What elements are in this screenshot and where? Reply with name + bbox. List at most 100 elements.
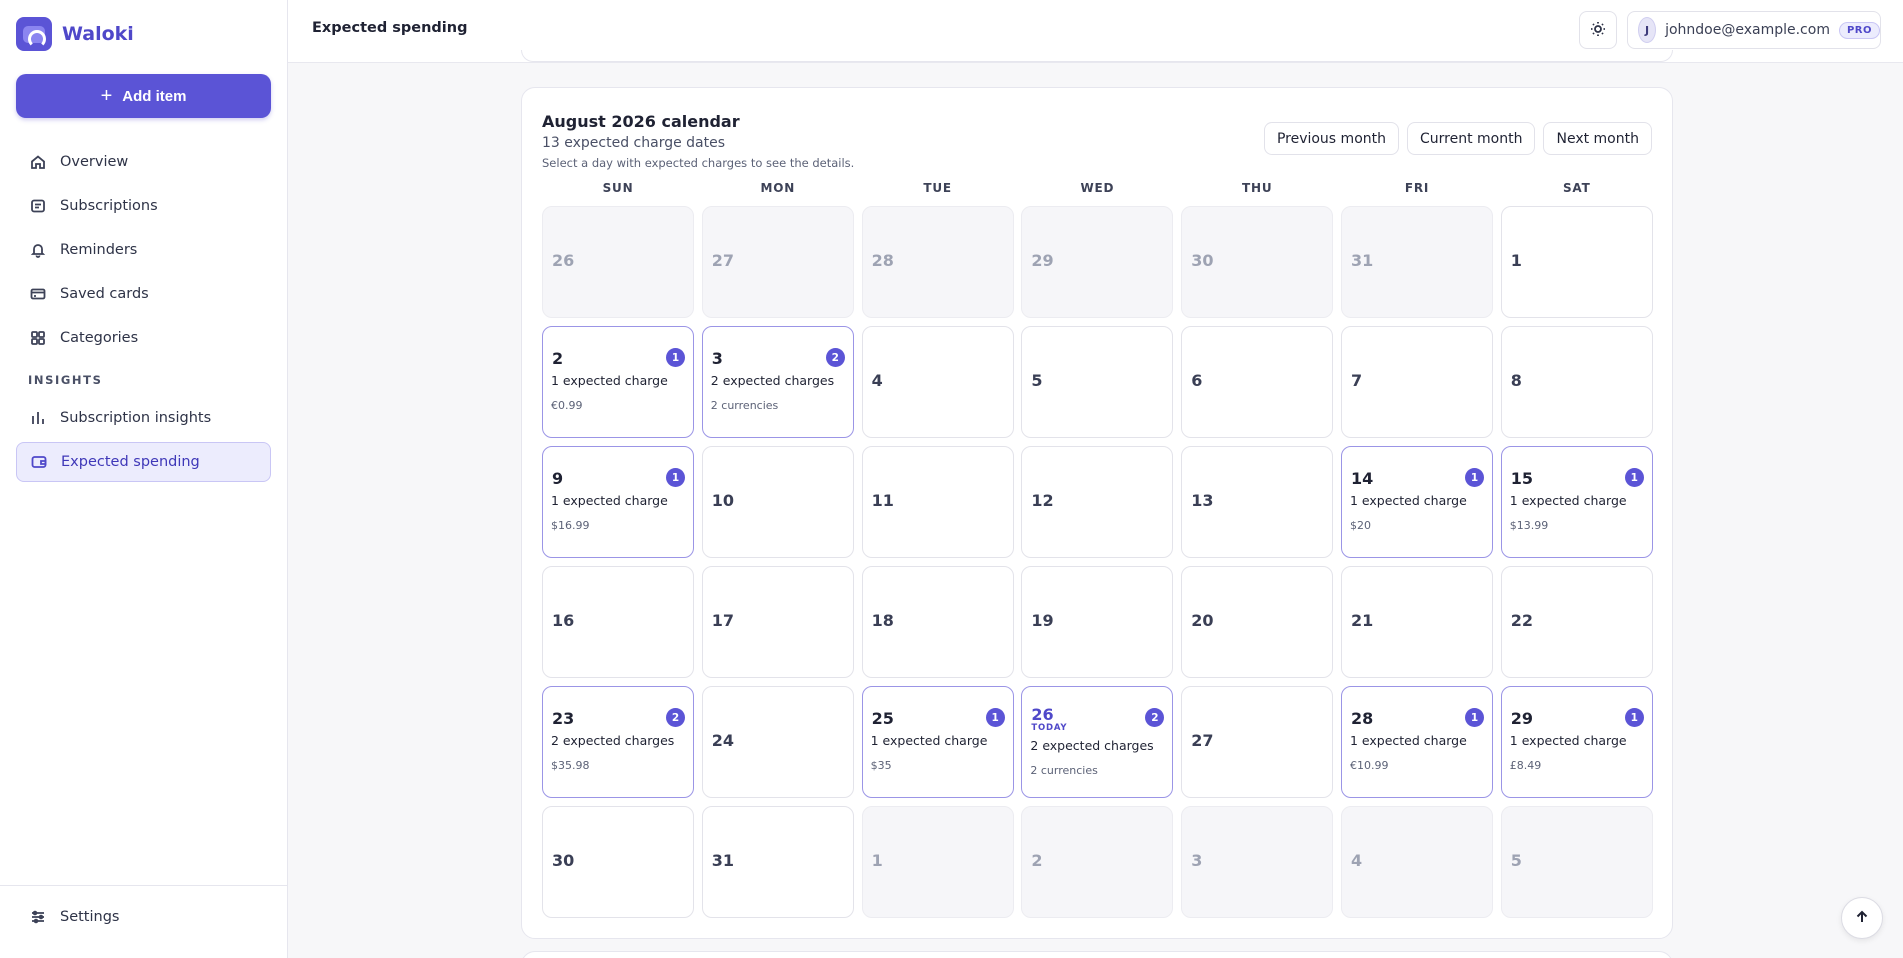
sidebar-item-settings[interactable]: Settings — [16, 897, 271, 937]
calendar-day[interactable]: 15 1 1 expected charge $13.99 — [1500, 446, 1653, 558]
calendar-day[interactable]: 25 1 1 expected charge $35 — [861, 686, 1014, 798]
expected-charges-text: 2 expected charges — [1030, 738, 1154, 753]
calendar-day-outside: 3 — [1181, 806, 1334, 918]
wallet-icon — [31, 454, 47, 470]
charge-amount: $13.99 — [1509, 519, 1549, 532]
charge-amount: 2 currencies — [1030, 764, 1098, 777]
calendar-day-outside: 1 — [861, 806, 1014, 918]
expected-charges-text: 2 expected charges — [551, 733, 675, 748]
expected-charges-text: 1 expected charge — [1509, 733, 1627, 748]
day-number: 23 — [552, 709, 575, 728]
calendar-day-outside: 26 — [542, 206, 694, 318]
weekday-label: SUN — [602, 181, 634, 195]
charge-amount: $35.98 — [551, 759, 590, 772]
sidebar-footer: Settings — [0, 885, 288, 958]
sidebar-item-label: Overview — [60, 154, 129, 170]
day-number: 31 — [1350, 251, 1374, 270]
weekday-label: MON — [760, 181, 796, 195]
calendar-day[interactable]: 2 1 1 expected charge €0.99 — [542, 326, 694, 438]
expected-charges-text: 1 expected charge — [551, 493, 668, 508]
day-number: 2 — [552, 349, 564, 368]
sidebar-item-label: Reminders — [60, 242, 138, 258]
brand[interactable]: Waloki — [16, 16, 134, 52]
calendar-day[interactable]: 9 1 1 expected charge $16.99 — [542, 446, 694, 558]
day-number: 15 — [1510, 469, 1534, 488]
calendar-day: 21 — [1340, 566, 1493, 678]
charge-amount: €10.99 — [1349, 759, 1389, 772]
day-number: 27 — [711, 251, 735, 270]
calendar-day[interactable]: 3 2 2 expected charges 2 currencies — [701, 326, 854, 438]
charge-amount: €0.99 — [551, 399, 583, 412]
day-number: 2 — [1031, 851, 1043, 870]
sidebar-item-subscriptions[interactable]: Subscriptions — [16, 186, 271, 226]
current-month-button[interactable]: Current month — [1407, 122, 1536, 155]
sun-icon — [1590, 21, 1606, 40]
calendar-day[interactable]: 14 1 1 expected charge $20 — [1340, 446, 1493, 558]
calendar-day: 24 — [701, 686, 854, 798]
user-menu-button[interactable]: J johndoe@example.com PRO — [1627, 11, 1881, 49]
theme-toggle-button[interactable] — [1579, 11, 1617, 49]
user-email: johndoe@example.com — [1665, 22, 1830, 38]
day-number: 1 — [871, 851, 883, 870]
sidebar-item-saved-cards[interactable]: Saved cards — [16, 274, 271, 314]
calendar-day-today[interactable]: 26 TODAY 2 2 expected charges 2 currencies — [1021, 686, 1174, 798]
calendar-day: 4 — [861, 326, 1014, 438]
sidebar-nav: Overview Subscriptions Reminders Saved c… — [16, 142, 271, 486]
day-number: 26 — [1031, 705, 1054, 724]
sidebar-item-label: Subscription insights — [60, 410, 212, 426]
sidebar-item-expected-spending[interactable]: Expected spending — [16, 442, 271, 482]
day-number: 30 — [552, 851, 575, 870]
expected-charges-text: 1 expected charge — [870, 733, 988, 748]
calendar-day-outside: 2 — [1021, 806, 1174, 918]
app-logo-icon — [16, 17, 52, 51]
day-number: 19 — [1031, 611, 1054, 630]
charge-count-badge: 1 — [1464, 468, 1484, 487]
sliders-icon — [30, 909, 46, 925]
avatar: J — [1638, 17, 1657, 43]
day-number: 28 — [1350, 709, 1374, 728]
bar-chart-icon — [30, 410, 46, 426]
day-number: 17 — [711, 611, 735, 630]
calendar-day: 19 — [1021, 566, 1174, 678]
day-number: 12 — [1031, 491, 1054, 510]
calendar-day: 17 — [701, 566, 854, 678]
sidebar-item-categories[interactable]: Categories — [16, 318, 271, 358]
calendar-day: 12 — [1021, 446, 1174, 558]
calendar-day: 13 — [1181, 446, 1334, 558]
day-number: 7 — [1350, 371, 1363, 390]
day-number: 28 — [871, 251, 894, 270]
day-number: 29 — [1510, 709, 1534, 728]
sidebar-item-overview[interactable]: Overview — [16, 142, 271, 182]
previous-month-button[interactable]: Previous month — [1263, 122, 1399, 155]
scroll-to-top-button[interactable] — [1841, 897, 1883, 939]
calendar-card: August 2026 calendar 13 expected charge … — [521, 87, 1673, 939]
charge-count-badge: 1 — [1624, 708, 1644, 727]
calendar-day: 30 — [542, 806, 694, 918]
sidebar-item-reminders[interactable]: Reminders — [16, 230, 271, 270]
calendar-subtitle: 13 expected charge dates — [542, 135, 726, 151]
day-number: 31 — [711, 851, 735, 870]
next-month-button[interactable]: Next month — [1543, 122, 1652, 155]
arrow-up-icon — [1854, 909, 1870, 928]
calendar-day[interactable]: 23 2 2 expected charges $35.98 — [542, 686, 694, 798]
sidebar-item-subscription-insights[interactable]: Subscription insights — [16, 398, 271, 438]
add-item-button[interactable]: + Add item — [16, 74, 271, 118]
calendar-day[interactable]: 29 1 1 expected charge £8.49 — [1500, 686, 1653, 798]
charge-amount: £8.49 — [1509, 759, 1542, 772]
card-icon — [30, 286, 46, 302]
weekday-header: SUN MON TUE WED THU FRI SAT — [542, 181, 1653, 195]
calendar-day: 20 — [1181, 566, 1334, 678]
day-number: 3 — [711, 349, 723, 368]
calendar-day: 31 — [701, 806, 854, 918]
calendar-day-outside: 4 — [1340, 806, 1493, 918]
day-number: 4 — [871, 371, 883, 390]
calendar-day: 7 — [1340, 326, 1493, 438]
calendar-day[interactable]: 28 1 1 expected charge €10.99 — [1340, 686, 1493, 798]
day-number: 5 — [1031, 371, 1043, 390]
previous-card-edge — [521, 50, 1673, 62]
weekday-label: TUE — [923, 181, 952, 195]
expected-charges-text: 1 expected charge — [1349, 493, 1467, 508]
calendar-day: 11 — [861, 446, 1014, 558]
day-number: 5 — [1510, 851, 1522, 870]
add-item-label: Add item — [122, 87, 187, 105]
